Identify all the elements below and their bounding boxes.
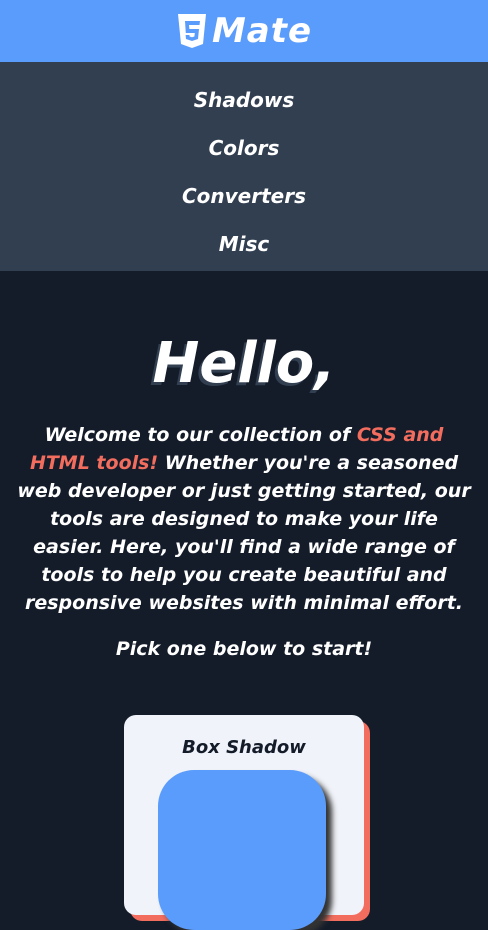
nav-item-converters[interactable]: Converters — [0, 184, 488, 208]
card-preview — [158, 770, 326, 930]
nav-item-misc[interactable]: Misc — [0, 232, 488, 256]
logo-text: Mate — [211, 11, 313, 51]
card-title: Box Shadow — [182, 737, 306, 758]
logo[interactable]: Mate — [176, 11, 312, 51]
tool-card-box-shadow[interactable]: Box Shadow — [124, 715, 364, 930]
header: Mate — [0, 0, 488, 62]
intro-rest: Whether you're a seasoned web developer … — [17, 452, 471, 614]
nav-item-colors[interactable]: Colors — [0, 136, 488, 160]
hero-greeting: Hello, — [152, 331, 336, 396]
intro-start: Welcome to our collection of — [44, 424, 357, 446]
hero-cta: Pick one below to start! — [115, 638, 373, 660]
main-content: Hello, Welcome to our collection of CSS … — [0, 271, 488, 930]
css3-icon — [177, 14, 206, 48]
nav-item-shadows[interactable]: Shadows — [0, 88, 488, 112]
main-nav: Shadows Colors Converters Misc — [0, 62, 488, 271]
hero-intro: Welcome to our collection of CSS and HTM… — [16, 421, 472, 617]
